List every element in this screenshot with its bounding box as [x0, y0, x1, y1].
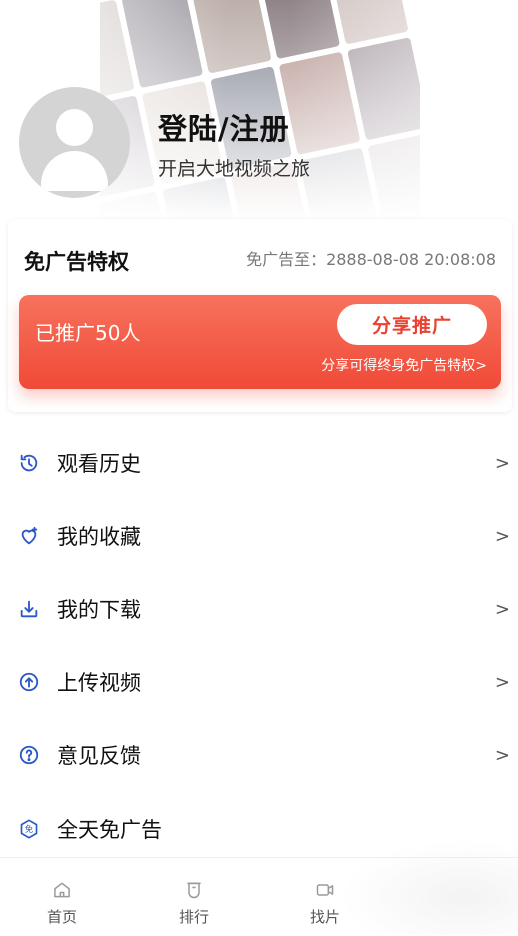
- ad-free-title: 免广告特权: [24, 250, 129, 274]
- history-icon: [17, 451, 41, 475]
- login-register-link[interactable]: 登陆/注册: [158, 106, 290, 148]
- menu-label: 意见反馈: [57, 744, 141, 768]
- chevron-right-icon: >: [494, 744, 510, 766]
- share-promote-button[interactable]: 分享推广: [337, 304, 487, 345]
- promotion-banner: 已推广50人 分享推广 分享可得终身免广告特权>: [19, 295, 501, 389]
- home-icon: [54, 882, 70, 898]
- nav-item-home[interactable]: 首页: [32, 880, 92, 927]
- chevron-right-icon: >: [494, 671, 510, 693]
- chevron-right-icon: >: [494, 452, 510, 474]
- nav-label: 找片: [309, 908, 340, 926]
- feedback-question-icon: [17, 743, 41, 767]
- nav-item-ranking[interactable]: 排行: [164, 880, 224, 927]
- menu-label: 全天免广告: [57, 818, 162, 842]
- ad-free-expiry: 免广告至：2888-08-08 20:08:08: [246, 250, 496, 269]
- video-camera-icon: [316, 884, 334, 896]
- svg-text:免: 免: [25, 824, 33, 834]
- ranking-icon: [187, 882, 201, 899]
- menu-item-favorites[interactable]: 我的收藏 >: [0, 510, 518, 562]
- menu-label: 上传视频: [57, 671, 141, 695]
- menu-item-downloads[interactable]: 我的下载 >: [0, 583, 518, 635]
- promoted-count: 已推广50人: [35, 321, 141, 345]
- chevron-right-icon: >: [494, 598, 510, 620]
- chevron-right-icon: >: [494, 525, 510, 547]
- download-icon: [17, 597, 41, 621]
- favorite-heart-icon: [17, 524, 41, 548]
- menu-item-upload[interactable]: 上传视频 >: [0, 656, 518, 708]
- menu-label: 观看历史: [57, 452, 141, 476]
- avatar-person-icon: [56, 109, 93, 146]
- ad-free-badge-icon: 免: [17, 817, 41, 841]
- menu-item-feedback[interactable]: 意见反馈 >: [0, 729, 518, 781]
- ad-free-card: 免广告特权 免广告至：2888-08-08 20:08:08 已推广50人 分享…: [8, 219, 512, 412]
- menu-label: 我的收藏: [57, 525, 141, 549]
- avatar[interactable]: [19, 87, 130, 198]
- menu-label: 我的下载: [57, 598, 141, 622]
- bottom-navigation: 首页 排行 找片: [0, 857, 518, 936]
- menu-item-ad-free[interactable]: 免 全天免广告: [0, 803, 518, 855]
- menu-item-history[interactable]: 观看历史 >: [0, 437, 518, 489]
- login-subtitle: 开启大地视频之旅: [158, 158, 311, 180]
- nav-item-find[interactable]: 找片: [295, 880, 355, 927]
- share-benefit-link[interactable]: 分享可得终身免广告特权>: [321, 355, 487, 375]
- nav-label: 首页: [46, 908, 77, 926]
- nav-label: 排行: [178, 908, 209, 926]
- upload-icon: [17, 670, 41, 694]
